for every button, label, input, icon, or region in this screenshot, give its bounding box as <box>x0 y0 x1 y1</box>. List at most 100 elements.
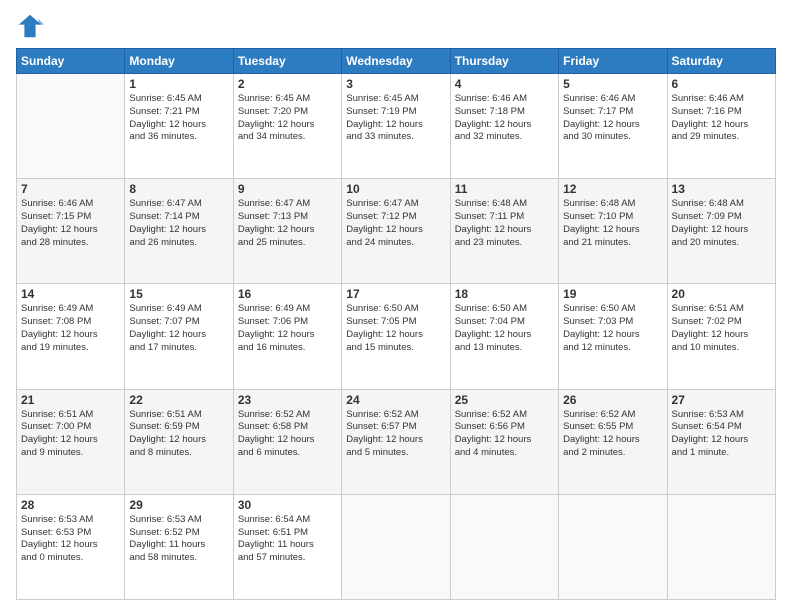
calendar-cell: 28 Sunrise: 6:53 AM Sunset: 6:53 PM Dayli… <box>17 494 125 599</box>
day-number: 6 <box>672 77 771 91</box>
day-info: Sunrise: 6:48 AM Sunset: 7:10 PM Dayligh… <box>563 198 662 249</box>
calendar-cell: 25Sunrise: 6:52 AM Sunset: 6:56 PM Dayli… <box>450 389 558 494</box>
calendar-header-sunday: Sunday <box>17 49 125 74</box>
day-number: 10 <box>346 182 445 196</box>
calendar-cell: 14 Sunrise: 6:49 AM Sunset: 7:08 PM Dayli… <box>17 284 125 389</box>
calendar-cell: 21 Sunrise: 6:51 AM Sunset: 7:00 PM Dayli… <box>17 389 125 494</box>
day-number: 15 <box>129 287 228 301</box>
day-info: Sunrise: 6:48 AM Sunset: 7:09 PM Dayligh… <box>672 198 771 249</box>
day-number: 27 <box>672 393 771 407</box>
day-info: Sunrise: 6:50 AM Sunset: 7:04 PM Dayligh… <box>455 303 554 354</box>
logo <box>16 12 48 40</box>
calendar-cell: 4Sunrise: 6:46 AM Sunset: 7:18 PM Daylig… <box>450 74 558 179</box>
day-number: 3 <box>346 77 445 91</box>
day-info: Sunrise: 6:47 AM Sunset: 7:14 PM Dayligh… <box>129 198 228 249</box>
day-info: Sunrise: 6:45 AM Sunset: 7:21 PM Dayligh… <box>129 93 228 144</box>
calendar-cell <box>342 494 450 599</box>
day-info: Sunrise: 6:53 AM Sunset: 6:53 PM Dayligh… <box>21 514 120 565</box>
calendar-cell: 7 Sunrise: 6:46 AM Sunset: 7:15 PM Daylig… <box>17 179 125 284</box>
day-info: Sunrise: 6:53 AM Sunset: 6:52 PM Dayligh… <box>129 514 228 565</box>
calendar-header-saturday: Saturday <box>667 49 775 74</box>
day-number: 22 <box>129 393 228 407</box>
day-info: Sunrise: 6:51 AM Sunset: 6:59 PM Dayligh… <box>129 409 228 460</box>
calendar: SundayMondayTuesdayWednesdayThursdayFrid… <box>16 48 776 600</box>
calendar-header-monday: Monday <box>125 49 233 74</box>
day-info: Sunrise: 6:48 AM Sunset: 7:11 PM Dayligh… <box>455 198 554 249</box>
calendar-header-friday: Friday <box>559 49 667 74</box>
day-number: 16 <box>238 287 337 301</box>
day-number: 18 <box>455 287 554 301</box>
calendar-week-row: 28 Sunrise: 6:53 AM Sunset: 6:53 PM Dayli… <box>17 494 776 599</box>
day-info: Sunrise: 6:51 AM Sunset: 7:00 PM Dayligh… <box>21 409 120 460</box>
day-info: Sunrise: 6:53 AM Sunset: 6:54 PM Dayligh… <box>672 409 771 460</box>
day-info: Sunrise: 6:47 AM Sunset: 7:12 PM Dayligh… <box>346 198 445 249</box>
calendar-cell: 8 Sunrise: 6:47 AM Sunset: 7:14 PM Daylig… <box>125 179 233 284</box>
calendar-cell: 26 Sunrise: 6:52 AM Sunset: 6:55 PM Dayli… <box>559 389 667 494</box>
day-number: 17 <box>346 287 445 301</box>
day-info: Sunrise: 6:51 AM Sunset: 7:02 PM Dayligh… <box>672 303 771 354</box>
calendar-cell: 5 Sunrise: 6:46 AM Sunset: 7:17 PM Daylig… <box>559 74 667 179</box>
day-number: 24 <box>346 393 445 407</box>
calendar-cell: 23Sunrise: 6:52 AM Sunset: 6:58 PM Dayli… <box>233 389 341 494</box>
calendar-cell: 3 Sunrise: 6:45 AM Sunset: 7:19 PM Daylig… <box>342 74 450 179</box>
day-number: 8 <box>129 182 228 196</box>
day-number: 5 <box>563 77 662 91</box>
calendar-cell <box>667 494 775 599</box>
day-info: Sunrise: 6:52 AM Sunset: 6:57 PM Dayligh… <box>346 409 445 460</box>
day-info: Sunrise: 6:49 AM Sunset: 7:07 PM Dayligh… <box>129 303 228 354</box>
calendar-header-row: SundayMondayTuesdayWednesdayThursdayFrid… <box>17 49 776 74</box>
day-number: 9 <box>238 182 337 196</box>
day-info: Sunrise: 6:46 AM Sunset: 7:17 PM Dayligh… <box>563 93 662 144</box>
day-number: 21 <box>21 393 120 407</box>
day-number: 29 <box>129 498 228 512</box>
calendar-cell: 10 Sunrise: 6:47 AM Sunset: 7:12 PM Dayli… <box>342 179 450 284</box>
day-number: 28 <box>21 498 120 512</box>
day-number: 4 <box>455 77 554 91</box>
calendar-cell: 22 Sunrise: 6:51 AM Sunset: 6:59 PM Dayli… <box>125 389 233 494</box>
calendar-cell: 19 Sunrise: 6:50 AM Sunset: 7:03 PM Dayli… <box>559 284 667 389</box>
day-number: 1 <box>129 77 228 91</box>
day-number: 23 <box>238 393 337 407</box>
day-number: 19 <box>563 287 662 301</box>
day-info: Sunrise: 6:52 AM Sunset: 6:55 PM Dayligh… <box>563 409 662 460</box>
day-info: Sunrise: 6:49 AM Sunset: 7:08 PM Dayligh… <box>21 303 120 354</box>
calendar-week-row: 21 Sunrise: 6:51 AM Sunset: 7:00 PM Dayli… <box>17 389 776 494</box>
day-info: Sunrise: 6:46 AM Sunset: 7:15 PM Dayligh… <box>21 198 120 249</box>
calendar-cell: 11 Sunrise: 6:48 AM Sunset: 7:11 PM Dayli… <box>450 179 558 284</box>
day-info: Sunrise: 6:50 AM Sunset: 7:05 PM Dayligh… <box>346 303 445 354</box>
calendar-cell: 9 Sunrise: 6:47 AM Sunset: 7:13 PM Daylig… <box>233 179 341 284</box>
calendar-header-thursday: Thursday <box>450 49 558 74</box>
calendar-cell: 20 Sunrise: 6:51 AM Sunset: 7:02 PM Dayli… <box>667 284 775 389</box>
calendar-cell: 12 Sunrise: 6:48 AM Sunset: 7:10 PM Dayli… <box>559 179 667 284</box>
day-info: Sunrise: 6:45 AM Sunset: 7:20 PM Dayligh… <box>238 93 337 144</box>
calendar-cell: 24 Sunrise: 6:52 AM Sunset: 6:57 PM Dayli… <box>342 389 450 494</box>
day-info: Sunrise: 6:50 AM Sunset: 7:03 PM Dayligh… <box>563 303 662 354</box>
day-number: 25 <box>455 393 554 407</box>
logo-icon <box>16 12 44 40</box>
calendar-cell: 2Sunrise: 6:45 AM Sunset: 7:20 PM Daylig… <box>233 74 341 179</box>
calendar-week-row: 7 Sunrise: 6:46 AM Sunset: 7:15 PM Daylig… <box>17 179 776 284</box>
calendar-cell <box>450 494 558 599</box>
page: SundayMondayTuesdayWednesdayThursdayFrid… <box>0 0 792 612</box>
day-number: 11 <box>455 182 554 196</box>
header <box>16 12 776 40</box>
calendar-header-wednesday: Wednesday <box>342 49 450 74</box>
calendar-cell: 30Sunrise: 6:54 AM Sunset: 6:51 PM Dayli… <box>233 494 341 599</box>
day-info: Sunrise: 6:47 AM Sunset: 7:13 PM Dayligh… <box>238 198 337 249</box>
calendar-header-tuesday: Tuesday <box>233 49 341 74</box>
calendar-cell: 18 Sunrise: 6:50 AM Sunset: 7:04 PM Dayli… <box>450 284 558 389</box>
day-number: 12 <box>563 182 662 196</box>
day-number: 20 <box>672 287 771 301</box>
day-number: 7 <box>21 182 120 196</box>
calendar-cell: 13 Sunrise: 6:48 AM Sunset: 7:09 PM Dayli… <box>667 179 775 284</box>
calendar-cell: 27 Sunrise: 6:53 AM Sunset: 6:54 PM Dayli… <box>667 389 775 494</box>
day-number: 26 <box>563 393 662 407</box>
calendar-cell: 15 Sunrise: 6:49 AM Sunset: 7:07 PM Dayli… <box>125 284 233 389</box>
day-number: 14 <box>21 287 120 301</box>
calendar-cell: 29 Sunrise: 6:53 AM Sunset: 6:52 PM Dayli… <box>125 494 233 599</box>
calendar-week-row: 14 Sunrise: 6:49 AM Sunset: 7:08 PM Dayli… <box>17 284 776 389</box>
calendar-week-row: 1 Sunrise: 6:45 AM Sunset: 7:21 PM Daylig… <box>17 74 776 179</box>
day-info: Sunrise: 6:45 AM Sunset: 7:19 PM Dayligh… <box>346 93 445 144</box>
day-number: 13 <box>672 182 771 196</box>
day-info: Sunrise: 6:46 AM Sunset: 7:16 PM Dayligh… <box>672 93 771 144</box>
